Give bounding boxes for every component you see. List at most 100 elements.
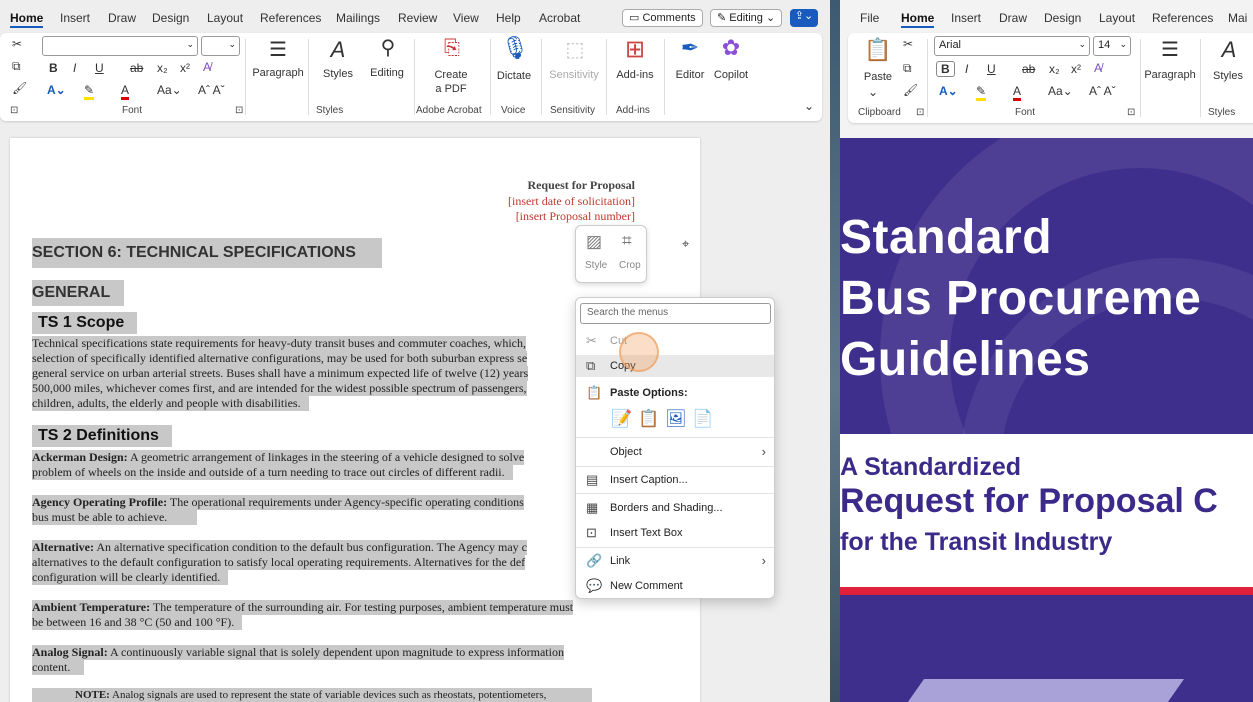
editing-mode-button[interactable]: ✎ Editing ⌄ [710, 9, 783, 27]
text-effects-icon[interactable]: A⌄ [47, 83, 66, 97]
tab-references[interactable]: References [260, 11, 321, 25]
bold-icon[interactable]: B [49, 61, 58, 75]
tab-mailings[interactable]: Mai [1228, 11, 1247, 25]
superscript-icon[interactable]: x² [1071, 62, 1081, 76]
tab-file[interactable]: File [860, 11, 879, 25]
tab-acrobat[interactable]: Acrobat [539, 11, 580, 25]
tab-draw[interactable]: Draw [999, 11, 1027, 25]
change-case-icon[interactable]: Aa⌄ [1048, 84, 1073, 98]
tab-insert[interactable]: Insert [951, 11, 981, 25]
ribbon-collapse-chevron-icon[interactable]: ⌄ [804, 99, 814, 113]
menu-item-insert-caption[interactable]: ▤ Insert Caption... [576, 469, 774, 491]
tab-review[interactable]: Review [398, 11, 437, 25]
strikethrough-icon[interactable]: ab [1022, 62, 1035, 76]
clipboard-group-launcher[interactable]: ⊡ [10, 105, 18, 116]
tab-design[interactable]: Design [1044, 11, 1081, 25]
highlight-icon[interactable]: ✎ [84, 83, 95, 100]
format-painter-icon[interactable]: 🖌 [12, 81, 27, 95]
text-box-icon: ⊡ [586, 525, 597, 540]
format-painter-icon[interactable]: 🖌 [903, 83, 918, 97]
menu-item-insert-text-box[interactable]: ⊡ Insert Text Box [576, 522, 774, 544]
font-group-launcher[interactable]: ⊡ [235, 105, 243, 116]
menu-item-cut[interactable]: ✂ Cut [576, 330, 774, 352]
copilot-icon[interactable]: ✿ [716, 35, 746, 61]
dictate-button-label: Dictate [496, 70, 532, 82]
menu-item-link[interactable]: 🔗 Link › [576, 550, 774, 572]
italic-icon[interactable]: I [73, 61, 76, 75]
def-text: configuration will be clearly identified… [32, 570, 229, 585]
font-color-icon[interactable]: A [121, 83, 130, 100]
clear-formatting-icon[interactable]: A̸ [1094, 61, 1102, 75]
copy-icon[interactable]: ⧉ [903, 61, 912, 76]
tab-references[interactable]: References [1152, 11, 1213, 25]
paste-text-only-icon[interactable]: 📄 [692, 409, 713, 429]
create-pdf-icon[interactable]: ⎘ [437, 37, 467, 60]
change-case-icon[interactable]: Aa⌄ [157, 83, 182, 97]
font-name-combo[interactable]: ⌄ [42, 36, 198, 56]
clipboard-group-launcher[interactable]: ⊡ [916, 107, 924, 118]
editor-icon[interactable]: ✒ [675, 35, 705, 61]
tab-draw[interactable]: Draw [108, 11, 136, 25]
def-term: Analog Signal: [32, 645, 108, 659]
subscript-icon[interactable]: x₂ [1049, 62, 1060, 76]
italic-icon[interactable]: I [965, 62, 968, 76]
font-size-combo[interactable]: ⌄ [201, 36, 240, 56]
clear-formatting-icon[interactable]: A̸ [203, 60, 211, 74]
styles-icon[interactable]: A [1214, 37, 1244, 63]
paste-picture-icon[interactable]: 🖼 [665, 409, 687, 429]
def-term: Alternative: [32, 540, 94, 554]
tab-layout[interactable]: Layout [1099, 11, 1135, 25]
copy-icon[interactable]: ⧉ [12, 59, 21, 74]
chevron-down-icon[interactable]: ⌄ [868, 85, 878, 99]
rfp-number: [insert Proposal number] [515, 209, 635, 223]
caption-icon: ▤ [586, 472, 599, 487]
underline-icon[interactable]: U [95, 61, 104, 75]
cut-icon[interactable]: ✂ [903, 37, 913, 51]
tab-mailings[interactable]: Mailings [336, 11, 380, 25]
cover-subtitle-2: Request for Proposal C [840, 482, 1218, 520]
microphone-icon[interactable]: 🎙 [500, 35, 530, 61]
menu-item-borders-shading[interactable]: ▦ Borders and Shading... [576, 497, 774, 519]
underline-icon[interactable]: U [987, 62, 996, 76]
ribbon-tabs: Home Insert Draw Design Layout Reference… [0, 8, 830, 28]
addins-icon[interactable]: ⊞ [620, 35, 650, 64]
menu-item-object[interactable]: Object › [576, 441, 774, 463]
strikethrough-icon[interactable]: ab [130, 61, 143, 75]
tab-help[interactable]: Help [496, 11, 521, 25]
tab-home[interactable]: Home [901, 11, 935, 28]
highlight-icon[interactable]: ✎ [976, 84, 987, 101]
paste-icon[interactable]: 📋 [864, 37, 892, 63]
tab-design[interactable]: Design [152, 11, 189, 25]
crop-icon[interactable]: ⌗ [622, 231, 632, 251]
grow-font-icon[interactable]: Aˆ Aˇ [1089, 84, 1116, 98]
menu-item-new-comment[interactable]: 💬 New Comment [576, 575, 774, 597]
grow-font-icon[interactable]: Aˆ Aˇ [198, 83, 225, 97]
font-group-launcher[interactable]: ⊡ [1127, 107, 1135, 118]
bold-icon[interactable]: B [936, 61, 955, 77]
cut-icon[interactable]: ✂ [12, 37, 22, 51]
paste-merge-icon[interactable]: 📋 [638, 409, 659, 429]
tab-home[interactable]: Home [10, 11, 44, 28]
superscript-icon[interactable]: x² [180, 61, 190, 75]
font-name-combo[interactable]: Arial ⌄ [934, 36, 1090, 56]
share-button[interactable]: ⇪⌄ [790, 9, 818, 27]
text-effects-icon[interactable]: A⌄ [939, 84, 958, 98]
font-color-icon[interactable]: A [1013, 84, 1022, 101]
menu-item-copy[interactable]: ⧉ Copy [576, 355, 774, 377]
subscript-icon[interactable]: x₂ [157, 61, 168, 75]
paragraph-icon[interactable]: ☰ [262, 37, 294, 62]
styles-icon[interactable]: A [323, 37, 353, 63]
paste-keep-source-icon[interactable]: 📝 [611, 409, 632, 429]
rfp-title: Request for Proposal [527, 178, 635, 192]
tab-layout[interactable]: Layout [207, 11, 243, 25]
tab-insert[interactable]: Insert [60, 11, 90, 25]
search-icon[interactable]: ⚲ [373, 35, 403, 60]
picture-style-icon[interactable]: ▨ [586, 232, 602, 252]
font-size-combo[interactable]: 14 ⌄ [1093, 36, 1131, 56]
tab-view[interactable]: View [453, 11, 479, 25]
font-group-label: Font [1015, 107, 1036, 118]
menu-search-input[interactable]: Search the menus [580, 303, 771, 324]
paragraph-icon[interactable]: ☰ [1154, 37, 1186, 62]
new-comment-margin-icon[interactable]: ⌖ [682, 236, 689, 252]
comments-button[interactable]: ▭ Comments [622, 9, 703, 27]
